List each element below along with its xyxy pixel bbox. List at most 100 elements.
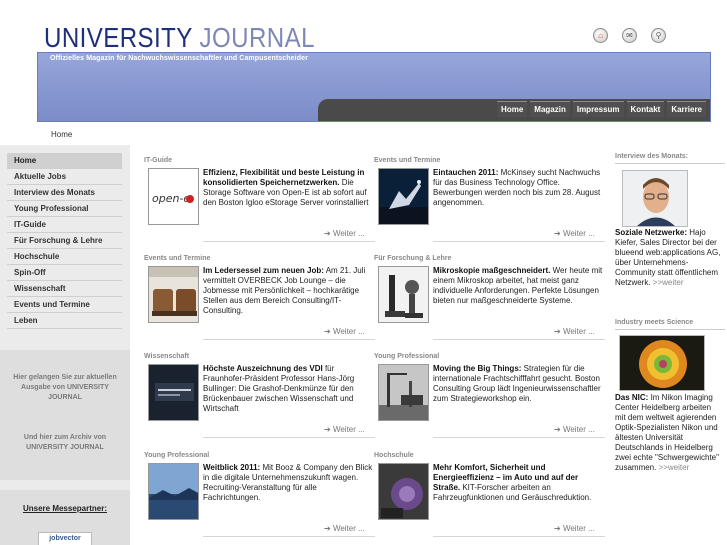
article-category: Events und Termine <box>374 157 441 164</box>
sidebar-item-events[interactable]: Events und Termine <box>7 297 122 313</box>
nav-kontakt[interactable]: Kontakt <box>626 101 665 117</box>
article-text[interactable]: Moving the Big Things: Strategien für di… <box>433 364 605 404</box>
industry-body: Im Nikon Imaging Center Heidelberg arbei… <box>615 393 719 472</box>
article-booz: Young Professional Weitblick 2011: Mit B… <box>144 452 375 545</box>
interview-headline: Soziale Netzwerke: <box>615 228 688 237</box>
article-category: Young Professional <box>374 353 440 360</box>
interview-teaser[interactable]: Soziale Netzwerke: Hajo Kiefer, Sales Di… <box>615 228 723 288</box>
article-text[interactable]: Effizienz, Flexibilität und beste Leistu… <box>203 168 375 208</box>
nav-magazin[interactable]: Magazin <box>530 101 570 117</box>
article-thumbnail[interactable] <box>148 266 199 323</box>
article-thumbnail[interactable] <box>148 463 199 520</box>
arrow-right-icon: ➔ <box>554 229 563 238</box>
archive-box: Hier gelangen Sie zur aktuellen Ausgabe … <box>0 350 130 480</box>
article-text[interactable]: Im Ledersessel zum neuen Job: Am 21. Jul… <box>203 266 375 316</box>
article-mckinsey: Events und Termine Eintauchen 2011: McKi… <box>374 157 605 253</box>
interview-photo[interactable] <box>622 170 688 227</box>
article-more-link[interactable]: ➔ Weiter ... <box>324 425 365 434</box>
article-overbeck: Events und Termine Im Ledersessel zum ne… <box>144 255 375 351</box>
sidebar-item-it-guide[interactable]: IT-Guide <box>7 217 122 233</box>
article-text[interactable]: Mikroskopie maßgeschneidert. Wer heute m… <box>433 266 605 306</box>
article-title: Im Ledersessel zum neuen Job: <box>203 266 324 275</box>
industry-more-link[interactable]: >>weiter <box>659 463 690 472</box>
search-icon[interactable]: ⚲ <box>651 28 666 43</box>
sidebar-item-leben[interactable]: Leben <box>7 313 122 329</box>
article-text[interactable]: Weitblick 2011: Mit Booz & Company den B… <box>203 463 375 503</box>
article-vdi: Wissenschaft Höchste Auszeichnung des VD… <box>144 353 375 449</box>
article-category: Events und Termine <box>144 255 211 262</box>
arrow-right-icon: ➔ <box>324 229 333 238</box>
article-thumbnail[interactable] <box>378 168 429 225</box>
industry-title: Industry meets Science <box>615 319 694 326</box>
breadcrumb[interactable]: Home <box>51 130 72 139</box>
article-bcg: Young Professional Moving the Big Things… <box>374 353 605 449</box>
nav-home[interactable]: Home <box>497 101 528 117</box>
article-more-link[interactable]: ➔ Weiter ... <box>324 229 365 238</box>
sidebar-item-spin-off[interactable]: Spin-Off <box>7 265 122 281</box>
article-kit: Hochschule Mehr Komfort, Sicherheit und … <box>374 452 605 545</box>
industry-headline: Das NIC: <box>615 393 649 402</box>
partner-title[interactable]: Unsere Messepartner: <box>0 504 130 513</box>
site-logo[interactable]: UNIVERSITY JOURNAL <box>44 22 315 54</box>
article-text[interactable]: Eintauchen 2011: McKinsey sucht Nachwuch… <box>433 168 605 208</box>
divider <box>433 437 605 438</box>
article-title: Weitblick 2011: <box>203 463 261 472</box>
article-text[interactable]: Höchste Auszeichnung des VDI für Fraunho… <box>203 364 375 414</box>
arrow-right-icon: ➔ <box>324 327 333 336</box>
sidebar-menu: Home Aktuelle Jobs Interview des Monats … <box>7 153 122 329</box>
article-title: Mikroskopie maßgeschneidert. <box>433 266 551 275</box>
article-thumbnail[interactable] <box>378 266 429 323</box>
article-thumbnail[interactable] <box>148 364 199 421</box>
divider <box>203 339 375 340</box>
article-open-e: IT-Guide open-e Effizienz, Flexibilität … <box>144 157 375 253</box>
arrow-right-icon: ➔ <box>554 524 563 533</box>
divider <box>203 536 375 537</box>
sidebar-item-hochschule[interactable]: Hochschule <box>7 249 122 265</box>
article-more-link[interactable]: ➔ Weiter ... <box>554 524 595 533</box>
sidebar-item-home[interactable]: Home <box>7 153 122 169</box>
top-icon-bar: ⌂ ✉ ⚲ <box>593 28 666 43</box>
divider <box>203 437 375 438</box>
nav-impressum[interactable]: Impressum <box>572 101 624 117</box>
industry-photo[interactable] <box>619 335 705 391</box>
article-more-link[interactable]: ➔ Weiter ... <box>324 327 365 336</box>
article-category: Hochschule <box>374 452 414 459</box>
sidebar-item-interview[interactable]: Interview des Monats <box>7 185 122 201</box>
sidebar-item-aktuelle-jobs[interactable]: Aktuelle Jobs <box>7 169 122 185</box>
home-icon[interactable]: ⌂ <box>593 28 608 43</box>
nav-karriere[interactable]: Karriere <box>667 101 706 117</box>
article-category: IT-Guide <box>144 157 172 164</box>
article-text[interactable]: Mehr Komfort, Sicherheit und Energieeffi… <box>433 463 605 503</box>
divider <box>433 536 605 537</box>
article-more-link[interactable]: ➔ Weiter ... <box>554 327 595 336</box>
divider <box>433 241 605 242</box>
article-more-link[interactable]: ➔ Weiter ... <box>324 524 365 533</box>
left-sidebar: Home Aktuelle Jobs Interview des Monats … <box>0 145 130 545</box>
article-title: Höchste Auszeichnung des VDI <box>203 364 323 373</box>
article-thumbnail[interactable] <box>378 364 429 421</box>
article-category: Young Professional <box>144 452 210 459</box>
article-category: Wissenschaft <box>144 353 190 360</box>
article-more-link[interactable]: ➔ Weiter ... <box>554 425 595 434</box>
arrow-right-icon: ➔ <box>554 425 563 434</box>
sidebar-item-wissenschaft[interactable]: Wissenschaft <box>7 281 122 297</box>
divider <box>433 339 605 340</box>
divider <box>615 329 725 330</box>
sidebar-item-forschung-lehre[interactable]: Für Forschung & Lehre <box>7 233 122 249</box>
interview-title: Interview des Monats: <box>615 153 689 160</box>
article-thumbnail[interactable]: open-e <box>148 168 199 225</box>
banner-tagline: Offizielles Magazin für Nachwuchswissens… <box>50 55 308 62</box>
article-title: Moving the Big Things: <box>433 364 522 373</box>
partner-box: Unsere Messepartner: jobvector <box>0 490 130 545</box>
sidebar-item-young-professional[interactable]: Young Professional <box>7 201 122 217</box>
jobvector-logo[interactable]: jobvector <box>38 532 92 545</box>
divider <box>203 241 375 242</box>
article-more-link[interactable]: ➔ Weiter ... <box>554 229 595 238</box>
article-thumbnail[interactable] <box>378 463 429 520</box>
industry-teaser[interactable]: Das NIC: Im Nikon Imaging Center Heidelb… <box>615 393 723 473</box>
mail-icon[interactable]: ✉ <box>622 28 637 43</box>
current-issue-link[interactable]: Hier gelangen Sie zur aktuellen Ausgabe … <box>4 373 126 403</box>
main-navigation: Home Magazin Impressum Kontakt Karriere <box>318 99 710 121</box>
archive-link[interactable]: Und hier zum Archiv von UNIVERSITY JOURN… <box>4 433 126 453</box>
interview-more-link[interactable]: >>weiter <box>653 278 684 287</box>
